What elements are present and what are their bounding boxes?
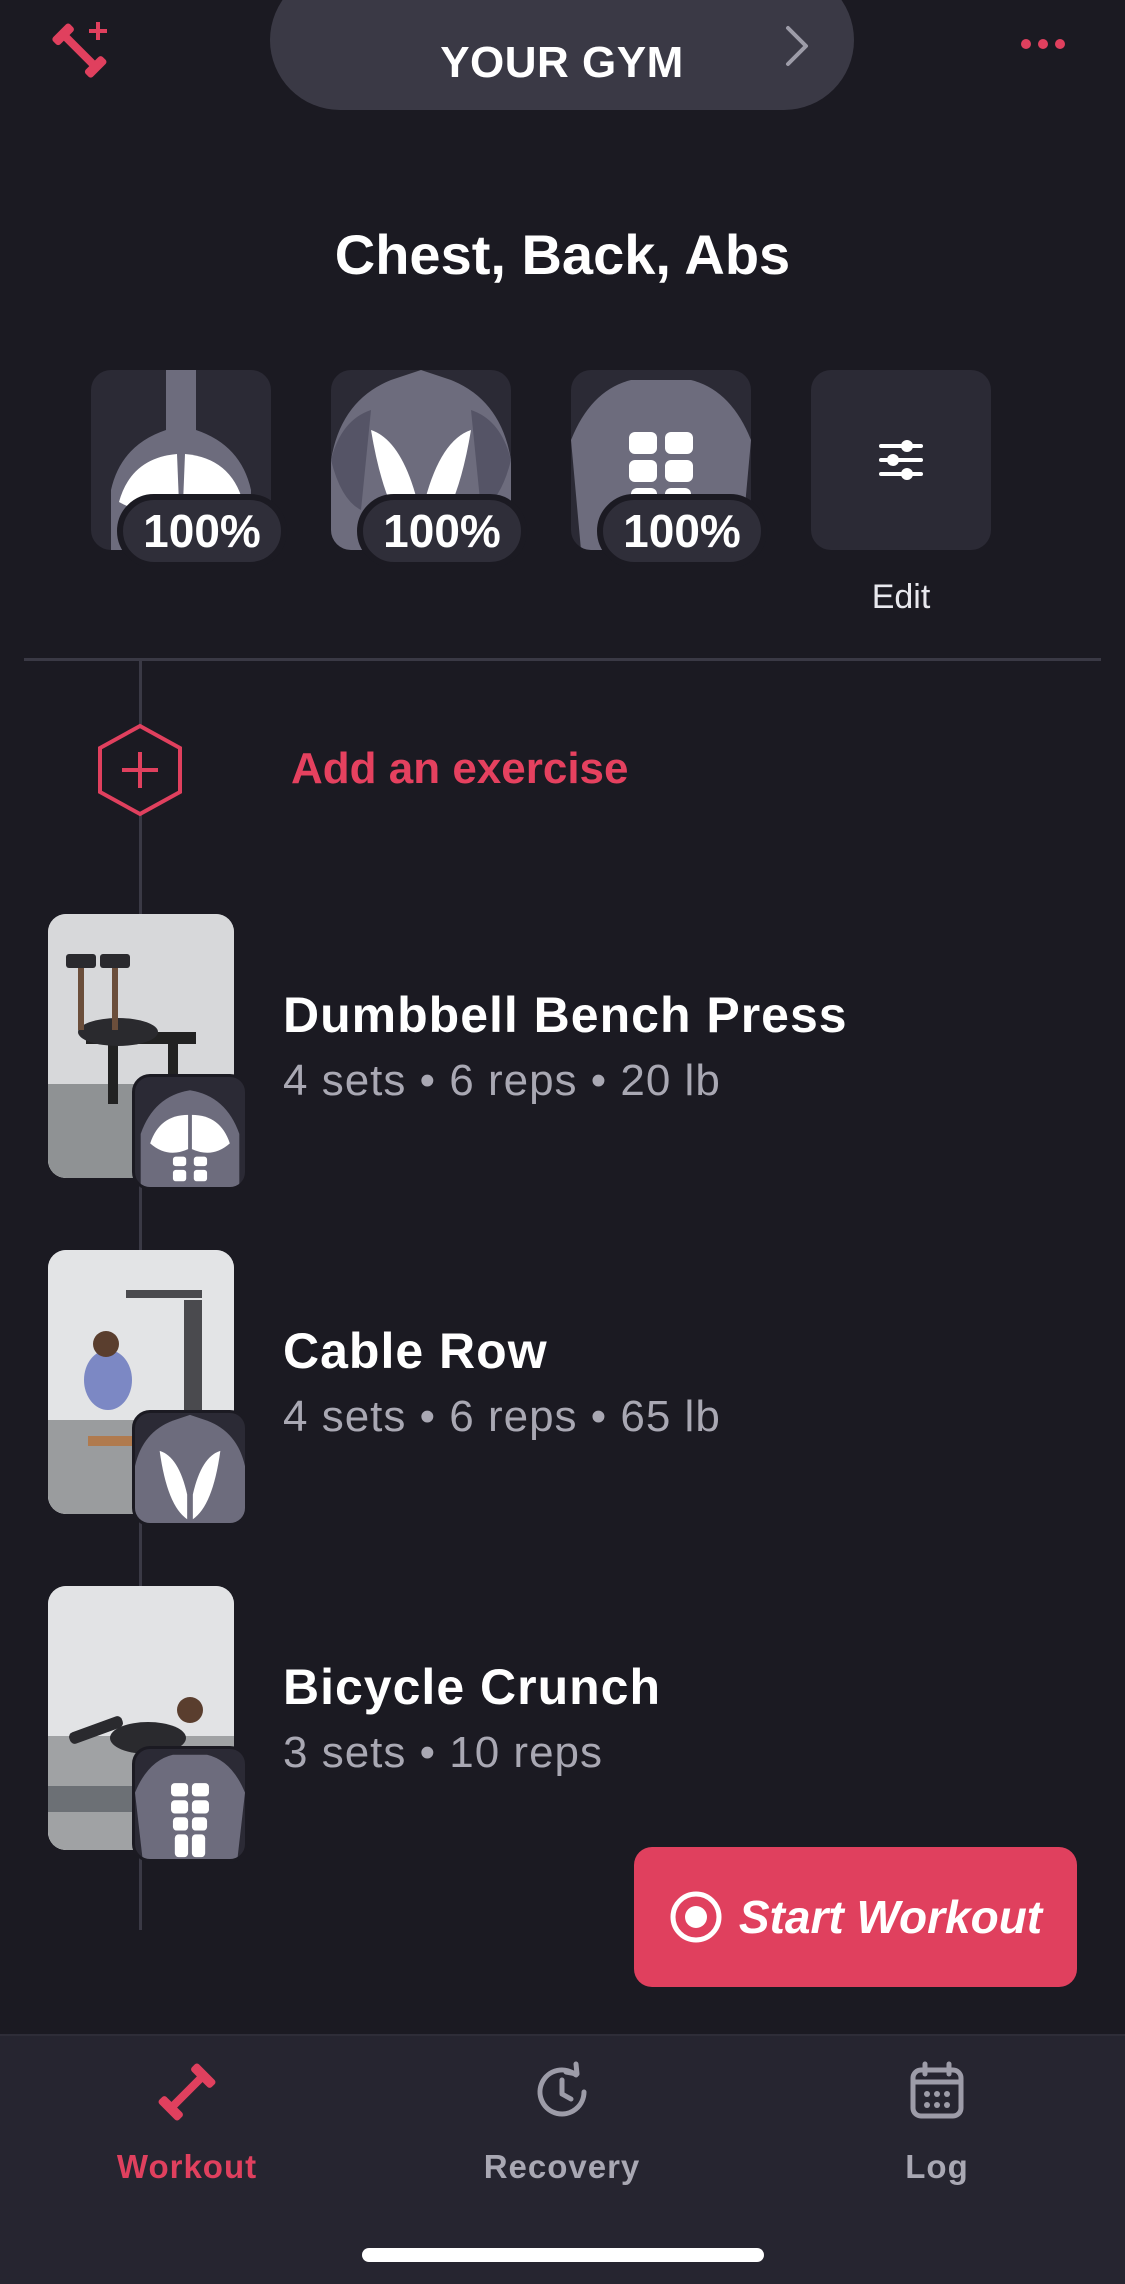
start-workout-label: Start Workout (738, 1891, 1043, 1943)
sliders-icon (879, 440, 923, 480)
muscle-percent-badge: 100% (597, 494, 767, 568)
gym-label: YOUR GYM (440, 37, 684, 87)
tab-log[interactable]: Log (787, 2060, 1087, 2186)
muscle-percent-badge: 100% (117, 494, 287, 568)
tab-workout[interactable]: Workout (37, 2060, 337, 2186)
add-dumbbell-icon[interactable] (50, 18, 116, 78)
exercise-meta: 4 sets • 6 reps • 20 lb (283, 1056, 721, 1105)
divider (24, 658, 1101, 661)
tab-recovery[interactable]: Recovery (412, 2060, 712, 2186)
calendar-icon (910, 2061, 964, 2119)
dumbbell-icon (158, 2063, 216, 2121)
edit-muscles-button[interactable] (811, 370, 991, 550)
chest-muscle-icon (132, 1074, 248, 1190)
exercise-name[interactable]: Dumbbell Bench Press (283, 986, 848, 1044)
abs-muscle-icon (132, 1746, 248, 1862)
add-exercise-button[interactable]: Add an exercise (291, 744, 629, 794)
add-exercise-icon[interactable] (96, 722, 184, 818)
gym-selector-button[interactable]: YOUR GYM (270, 0, 854, 110)
tab-workout-label: Workout (116, 2148, 258, 2185)
exercise-name[interactable]: Cable Row (283, 1322, 548, 1380)
more-options-icon[interactable] (1018, 36, 1068, 52)
home-indicator[interactable] (362, 2248, 764, 2262)
workout-title: Chest, Back, Abs (334, 223, 791, 286)
exercise-name[interactable]: Bicycle Crunch (283, 1658, 661, 1716)
tab-log-label: Log (905, 2148, 969, 2185)
exercise-meta: 4 sets • 6 reps • 65 lb (283, 1392, 721, 1441)
start-workout-button[interactable]: Start Workout (634, 1847, 1077, 1987)
recovery-icon (537, 2061, 587, 2117)
tab-recovery-label: Recovery (483, 2148, 641, 2185)
edit-label: Edit (871, 578, 931, 616)
record-icon (670, 1891, 722, 1943)
back-muscle-icon (132, 1410, 248, 1526)
chevron-right-icon (786, 26, 808, 66)
muscle-percent-badge: 100% (357, 494, 527, 568)
exercise-meta: 3 sets • 10 reps (283, 1728, 604, 1777)
